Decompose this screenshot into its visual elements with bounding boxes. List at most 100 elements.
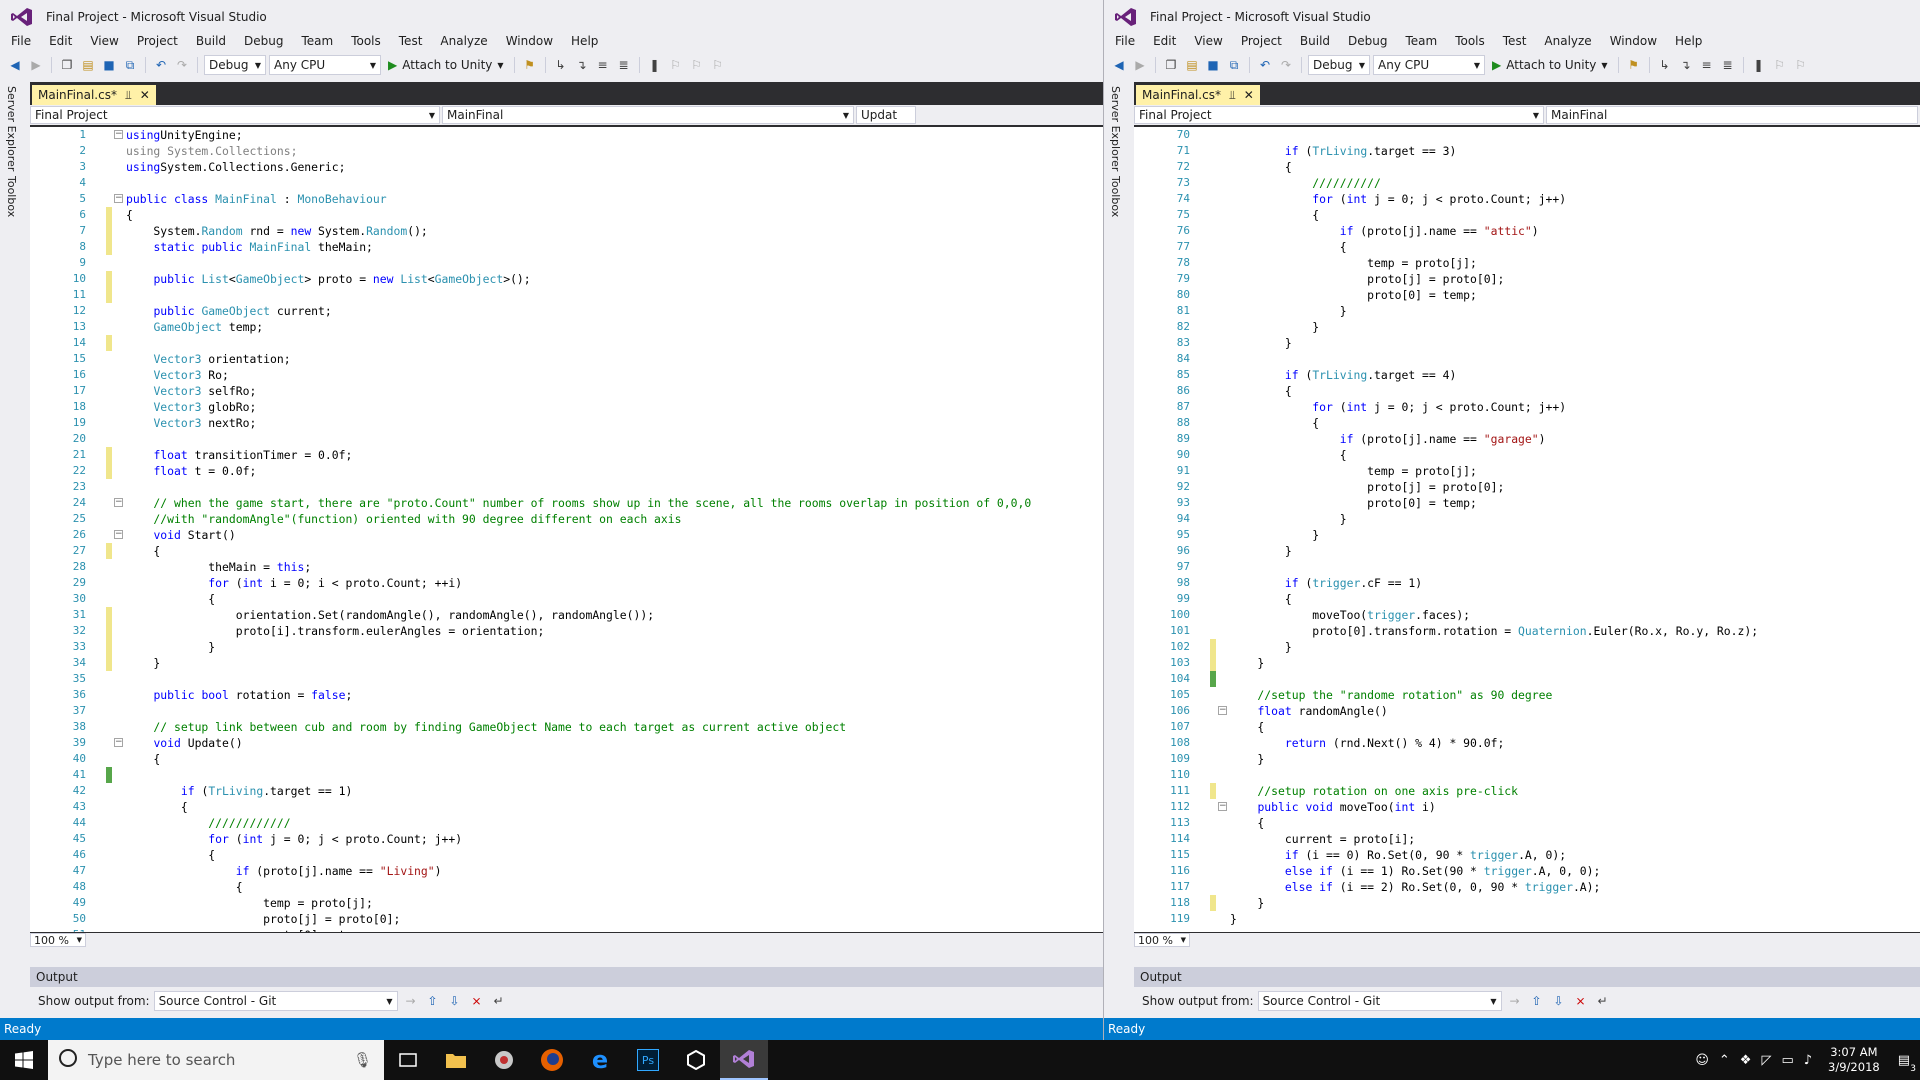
code-line[interactable]: proto[0].transform.rotation = Quaternion… <box>1230 623 1920 639</box>
code-line[interactable] <box>126 175 1103 191</box>
platform-dropdown[interactable]: Any CPU ▼ <box>269 55 381 75</box>
word-wrap-icon[interactable]: ↵ <box>490 992 508 1010</box>
code-line[interactable]: theMain = this; <box>126 559 1103 575</box>
menu-view[interactable]: View <box>81 34 127 48</box>
visual-studio-icon[interactable] <box>720 1040 768 1080</box>
menu-analyze[interactable]: Analyze <box>1535 34 1600 48</box>
code-line[interactable]: ////////// <box>1230 175 1920 191</box>
code-line[interactable] <box>126 767 1103 783</box>
photoshop-icon[interactable]: Ps <box>624 1040 672 1080</box>
redo-icon[interactable]: ↷ <box>173 56 191 74</box>
output-title[interactable]: Output <box>30 967 1103 987</box>
code-line[interactable] <box>1230 559 1920 575</box>
zoom-dropdown[interactable]: 100 % ▼ <box>1134 933 1190 947</box>
code-line[interactable]: Vector3 globRo; <box>126 399 1103 415</box>
code-line[interactable]: { <box>1230 719 1920 735</box>
code-line[interactable]: { <box>1230 415 1920 431</box>
code-line[interactable]: // setup link between cub and room by fi… <box>126 719 1103 735</box>
task-view-icon[interactable] <box>384 1040 432 1080</box>
step-into-icon[interactable]: ↳ <box>552 56 570 74</box>
menu-project[interactable]: Project <box>128 34 187 48</box>
prev-bookmark-icon[interactable]: ⚐ <box>667 56 685 74</box>
solution-config-dropdown[interactable]: Debug ▼ <box>1308 55 1370 75</box>
code-line[interactable]: else if (i == 1) Ro.Set(90 * trigger.A, … <box>1230 863 1920 879</box>
code-line[interactable]: float randomAngle() <box>1230 703 1920 719</box>
code-line[interactable] <box>126 287 1103 303</box>
code-line[interactable]: proto[0] = temp; <box>1230 495 1920 511</box>
menu-test[interactable]: Test <box>1494 34 1536 48</box>
step-over-icon[interactable]: ↴ <box>1677 56 1695 74</box>
collapse-toggle[interactable]: − <box>1218 706 1227 715</box>
server-explorer-tab[interactable]: Server Explorer <box>5 86 18 171</box>
code-line[interactable]: for (int j = 0; j < proto.Count; j++) <box>126 831 1103 847</box>
member-dropdown[interactable]: Updat <box>856 106 916 124</box>
code-line[interactable]: proto[0] = temp; <box>1230 287 1920 303</box>
collapse-toggle[interactable]: − <box>1218 802 1227 811</box>
toolbox-tab[interactable]: Toolbox <box>1109 176 1122 217</box>
redo-icon[interactable]: ↷ <box>1277 56 1295 74</box>
platform-dropdown[interactable]: Any CPU ▼ <box>1373 55 1485 75</box>
collapse-toggle[interactable]: − <box>114 130 123 139</box>
code-line[interactable]: static public MainFinal theMain; <box>126 239 1103 255</box>
code-line[interactable]: if (trigger.cF == 1) <box>1230 575 1920 591</box>
dropbox-icon[interactable]: ❖ <box>1740 1053 1752 1068</box>
code-editor[interactable]: 1 2 3 4 5 6 7 8 9 10 11 12 13 14 15 16 17 18 19 20 21 22 23 24 2… <box>30 127 1103 932</box>
code-line[interactable]: //////////// <box>126 815 1103 831</box>
code-line[interactable] <box>126 431 1103 447</box>
undo-icon[interactable]: ↶ <box>1256 56 1274 74</box>
collapse-toggle[interactable]: − <box>114 530 123 539</box>
code-line[interactable]: Vector3 Ro; <box>126 367 1103 383</box>
code-line[interactable]: public List<GameObject> proto = new List… <box>126 271 1103 287</box>
code-line[interactable]: { <box>1230 383 1920 399</box>
code-line[interactable]: Vector3 selfRo; <box>126 383 1103 399</box>
menu-window[interactable]: Window <box>497 34 562 48</box>
code-line[interactable]: void Start() <box>126 527 1103 543</box>
find-message-icon[interactable]: → <box>402 992 420 1010</box>
code-line[interactable]: orientation.Set(randomAngle(), randomAng… <box>126 607 1103 623</box>
code-line[interactable]: for (int j = 0; j < proto.Count; j++) <box>1230 191 1920 207</box>
code-line[interactable]: if (TrLiving.target == 4) <box>1230 367 1920 383</box>
step-over-icon[interactable]: ↴ <box>573 56 591 74</box>
output-title[interactable]: Output <box>1134 967 1920 987</box>
code-line[interactable]: if (proto[j].name == "attic") <box>1230 223 1920 239</box>
menu-file[interactable]: File <box>1106 34 1144 48</box>
menu-debug[interactable]: Debug <box>235 34 292 48</box>
code-line[interactable]: { <box>126 207 1103 223</box>
firefox-icon[interactable] <box>528 1040 576 1080</box>
code-line[interactable] <box>126 703 1103 719</box>
comment-icon[interactable]: ≡ <box>1698 56 1716 74</box>
collapse-toggle[interactable]: − <box>114 194 123 203</box>
code-line[interactable]: } <box>1230 543 1920 559</box>
code-line[interactable]: public class MainFinal : MonoBehaviour <box>126 191 1103 207</box>
code-line[interactable]: public GameObject current; <box>126 303 1103 319</box>
save-icon[interactable]: ■ <box>1204 56 1222 74</box>
menu-debug[interactable]: Debug <box>1339 34 1396 48</box>
project-dropdown[interactable]: Final Project ▼ <box>30 106 440 124</box>
class-dropdown[interactable]: MainFinal <box>1546 106 1918 124</box>
save-all-icon[interactable]: ⧉ <box>121 56 139 74</box>
next-message-icon[interactable]: ⇩ <box>1550 992 1568 1010</box>
code-line[interactable] <box>1230 127 1920 143</box>
code-line[interactable]: public bool rotation = false; <box>126 687 1103 703</box>
code-line[interactable]: { <box>126 879 1103 895</box>
code-line[interactable]: if (TrLiving.target == 3) <box>1230 143 1920 159</box>
code-line[interactable]: //setup rotation on one axis pre-click <box>1230 783 1920 799</box>
menu-window[interactable]: Window <box>1601 34 1666 48</box>
attach-to-unity-button[interactable]: ▶ Attach to Unity ▼ <box>384 58 508 72</box>
code-line[interactable]: } <box>1230 527 1920 543</box>
code-line[interactable]: temp = proto[j]; <box>1230 255 1920 271</box>
menu-file[interactable]: File <box>2 34 40 48</box>
unity-icon[interactable] <box>672 1040 720 1080</box>
server-explorer-tab[interactable]: Server Explorer <box>1109 86 1122 171</box>
prev-message-icon[interactable]: ⇧ <box>424 992 442 1010</box>
code-line[interactable]: for (int i = 0; i < proto.Count; ++i) <box>126 575 1103 591</box>
menu-project[interactable]: Project <box>1232 34 1291 48</box>
code-line[interactable] <box>126 255 1103 271</box>
menu-team[interactable]: Team <box>292 34 342 48</box>
code-line[interactable]: // when the game start, there are "proto… <box>126 495 1103 511</box>
code-line[interactable]: public void moveToo(int i) <box>1230 799 1920 815</box>
chevron-up-icon[interactable]: ⌃ <box>1719 1053 1730 1068</box>
taskbar-search[interactable]: Type here to search 🎙 <box>48 1040 384 1080</box>
menu-help[interactable]: Help <box>1666 34 1711 48</box>
code-line[interactable]: } <box>1230 511 1920 527</box>
